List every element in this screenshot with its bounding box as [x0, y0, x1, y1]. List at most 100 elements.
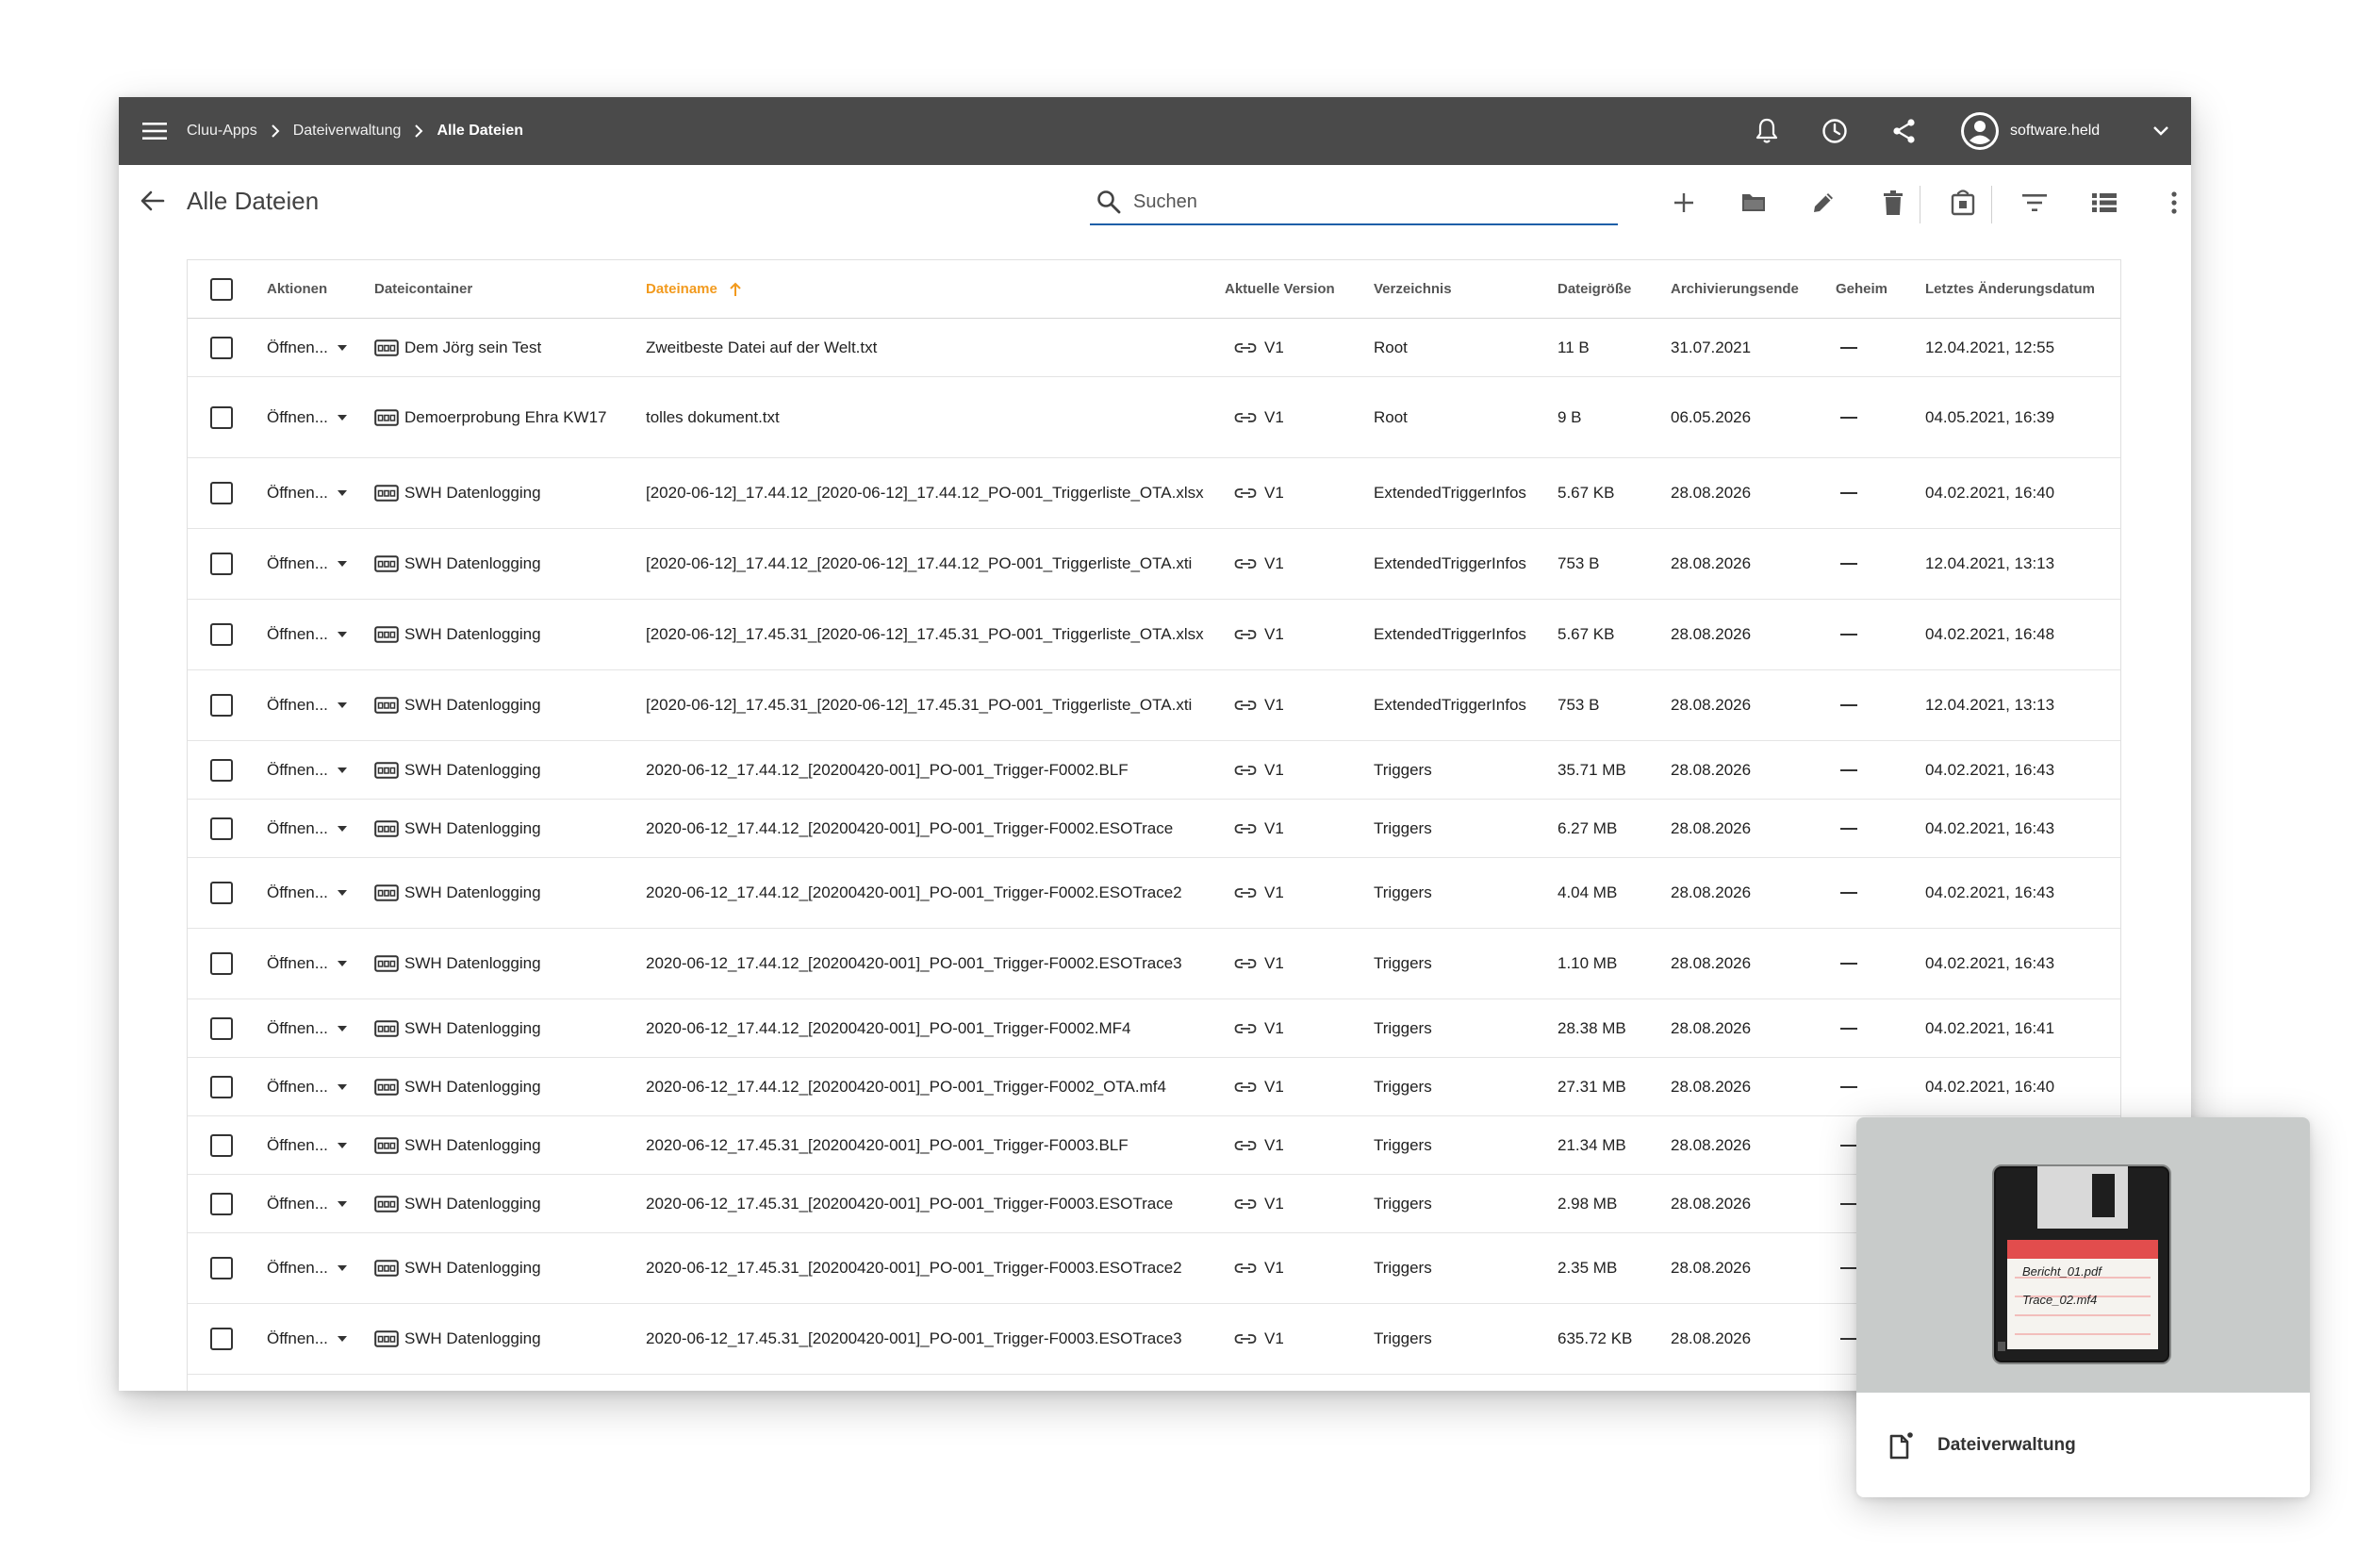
table-row[interactable]: Öffnen... SWH Datenlogging 2020-06-12_17.4… [188, 858, 2120, 929]
file-name-link[interactable]: Zweitbeste Datei auf der Welt.txt [646, 336, 877, 360]
breadcrumb-item-cluu-apps[interactable]: Cluu-Apps [187, 123, 257, 140]
table-row[interactable]: Öffnen... SWH Datenlogging 2020-06-12_17.4… [188, 1304, 2120, 1375]
version-label[interactable]: V1 [1264, 405, 1284, 430]
more-vert-icon[interactable] [2155, 184, 2191, 222]
file-name-link[interactable]: [2020-06-12]_17.45.31_[2020-06-12]_17.45… [646, 622, 1204, 647]
table-row[interactable]: Öffnen... SWH Datenlogging 2020-06-12_17.4… [188, 999, 2120, 1058]
version-label[interactable]: V1 [1264, 1075, 1284, 1099]
open-dropdown-button[interactable]: Öffnen... [267, 1133, 347, 1158]
bell-icon[interactable] [1750, 114, 1784, 148]
table-row[interactable]: Öffnen... SWH Datenlogging [2020-06-12]_17… [188, 458, 2120, 529]
lock-box-icon[interactable] [1944, 184, 1982, 222]
trash-icon[interactable] [1874, 184, 1912, 222]
version-label[interactable]: V1 [1264, 817, 1284, 841]
table-row[interactable]: Öffnen... SWH Datenlogging 2020-06-12_17.4… [188, 1058, 2120, 1116]
file-name-link[interactable]: 2020-06-12_17.45.31_[20200420-001]_PO-00… [646, 1133, 1129, 1158]
table-row[interactable]: Öffnen... SWH Datenlogging 2020-06-12_17.4… [188, 800, 2120, 858]
row-checkbox[interactable] [210, 1192, 233, 1215]
file-name-link[interactable]: 2020-06-12_17.44.12_[20200420-001]_PO-00… [646, 1016, 1130, 1041]
row-checkbox[interactable] [210, 758, 233, 782]
file-name-link[interactable]: 2020-06-12_17.44.12_[20200420-001]_PO-00… [646, 951, 1182, 976]
open-dropdown-button[interactable]: Öffnen... [267, 1192, 347, 1216]
version-label[interactable]: V1 [1264, 758, 1284, 783]
open-dropdown-button[interactable]: Öffnen... [267, 336, 347, 360]
column-header-version[interactable]: Aktuelle Version [1225, 260, 1335, 318]
version-label[interactable]: V1 [1264, 336, 1284, 360]
column-header-name[interactable]: Dateiname [646, 260, 742, 318]
version-label[interactable]: V1 [1264, 622, 1284, 647]
row-checkbox[interactable] [210, 553, 233, 575]
file-name-link[interactable]: [2020-06-12]_17.44.12_[2020-06-12]_17.44… [646, 481, 1204, 505]
file-name-link[interactable]: [2020-06-12]_17.45.31_[2020-06-12]_17.45… [646, 693, 1192, 718]
open-dropdown-button[interactable]: Öffnen... [267, 481, 347, 505]
version-label[interactable]: V1 [1264, 1327, 1284, 1351]
row-checkbox[interactable] [210, 817, 233, 840]
table-row[interactable]: Öffnen... Demoerprobung Ehra KW17 tolles d… [188, 377, 2120, 458]
version-label[interactable]: V1 [1264, 1192, 1284, 1216]
filter-icon[interactable] [2016, 184, 2053, 222]
open-dropdown-button[interactable]: Öffnen... [267, 622, 347, 647]
table-row[interactable]: Öffnen... SWH Datenlogging [2020-06-12]_17… [188, 670, 2120, 741]
open-dropdown-button[interactable]: Öffnen... [267, 1016, 347, 1041]
folder-icon[interactable] [1735, 184, 1772, 222]
file-name-link[interactable]: tolles dokument.txt [646, 405, 780, 430]
version-label[interactable]: V1 [1264, 951, 1284, 976]
column-header-container[interactable]: Dateicontainer [374, 260, 472, 318]
column-header-size[interactable]: Dateigröße [1558, 260, 1631, 318]
row-checkbox[interactable] [210, 694, 233, 717]
search-input[interactable] [1133, 190, 1586, 213]
arrow-back-icon[interactable] [134, 182, 172, 220]
table-row[interactable]: Öffnen... SWH Datenlogging 2020-06-12_17.4… [188, 741, 2120, 800]
chevron-down-icon[interactable] [2144, 114, 2178, 148]
account-icon[interactable] [1961, 112, 1999, 150]
file-name-link[interactable]: 2020-06-12_17.44.12_[20200420-001]_PO-00… [646, 881, 1182, 905]
open-dropdown-button[interactable]: Öffnen... [267, 951, 347, 976]
row-checkbox[interactable] [210, 882, 233, 904]
select-all-checkbox[interactable] [210, 277, 233, 301]
version-label[interactable]: V1 [1264, 1016, 1284, 1041]
version-label[interactable]: V1 [1264, 1256, 1284, 1280]
app-card-dateiverwaltung[interactable]: Bericht_01.pdf Trace_02.mf4 Dateiverwalt… [1856, 1117, 2310, 1497]
open-dropdown-button[interactable]: Öffnen... [267, 817, 347, 841]
open-dropdown-button[interactable]: Öffnen... [267, 552, 347, 576]
open-dropdown-button[interactable]: Öffnen... [267, 405, 347, 430]
file-name-link[interactable]: 2020-06-12_17.45.31_[20200420-001]_PO-00… [646, 1327, 1182, 1351]
file-name-link[interactable]: 2020-06-12_17.45.31_[20200420-001]_PO-00… [646, 1192, 1173, 1216]
version-label[interactable]: V1 [1264, 552, 1284, 576]
file-name-link[interactable]: 2020-06-12_17.44.12_[20200420-001]_PO-00… [646, 817, 1173, 841]
row-checkbox[interactable] [210, 1133, 233, 1157]
table-row[interactable]: Öffnen... SWH Datenlogging [2020-06-12]_17… [188, 600, 2120, 670]
row-checkbox[interactable] [210, 1016, 233, 1040]
table-row[interactable]: Öffnen... SWH Datenlogging [2020-06-12]_17… [188, 529, 2120, 600]
table-row[interactable]: Öffnen... SWH Datenlogging 2020-06-12_17.4… [188, 929, 2120, 999]
list-view-icon[interactable] [2085, 184, 2123, 222]
pencil-icon[interactable] [1805, 184, 1842, 222]
version-label[interactable]: V1 [1264, 693, 1284, 718]
row-checkbox[interactable] [210, 1257, 233, 1279]
version-label[interactable]: V1 [1264, 481, 1284, 505]
menu-icon[interactable] [138, 114, 172, 148]
open-dropdown-button[interactable]: Öffnen... [267, 1075, 347, 1099]
row-checkbox[interactable] [210, 1075, 233, 1098]
open-dropdown-button[interactable]: Öffnen... [267, 758, 347, 783]
row-checkbox[interactable] [210, 623, 233, 646]
user-name[interactable]: software.held [2010, 97, 2100, 165]
table-row[interactable]: Öffnen... SWH Datenlogging 2020-06-12_17.4… [188, 1116, 2120, 1175]
column-header-modified[interactable]: Letztes Änderungsdatum [1925, 260, 2095, 318]
column-header-directory[interactable]: Verzeichnis [1374, 260, 1452, 318]
file-name-link[interactable]: 2020-06-12_17.44.12_[20200420-001]_PO-00… [646, 758, 1129, 783]
open-dropdown-button[interactable]: Öffnen... [267, 693, 347, 718]
row-checkbox[interactable] [210, 336, 233, 359]
column-header-archive-end[interactable]: Archivierungsende [1671, 260, 1799, 318]
file-name-link[interactable]: [2020-06-12]_17.44.12_[2020-06-12]_17.44… [646, 552, 1192, 576]
table-row[interactable]: Öffnen... Dem Jörg sein Test Zweitbeste Da… [188, 319, 2120, 377]
share-icon[interactable] [1887, 114, 1921, 148]
open-dropdown-button[interactable]: Öffnen... [267, 881, 347, 905]
open-dropdown-button[interactable]: Öffnen... [267, 1327, 347, 1351]
row-checkbox[interactable] [210, 1328, 233, 1350]
table-row[interactable]: Öffnen... SWH Datenlogging 2020-06-12_17.4… [188, 1175, 2120, 1233]
row-checkbox[interactable] [210, 482, 233, 504]
open-dropdown-button[interactable]: Öffnen... [267, 1256, 347, 1280]
column-header-secret[interactable]: Geheim [1836, 260, 1887, 318]
row-checkbox[interactable] [210, 405, 233, 429]
